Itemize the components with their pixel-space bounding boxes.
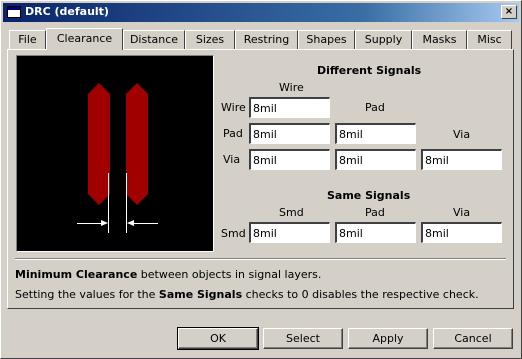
title-bar[interactable]: DRC (default) ×: [3, 3, 519, 22]
apply-button[interactable]: Apply: [348, 328, 428, 349]
pad-pad-input[interactable]: [335, 123, 416, 144]
tab-clearance[interactable]: Clearance: [46, 28, 123, 50]
window-icon: [7, 6, 21, 18]
measure-line-left: [108, 173, 109, 233]
tab-masks[interactable]: Masks: [412, 30, 467, 49]
col-label-wire: Wire: [279, 81, 304, 94]
info-line-1-bold: Minimum Clearance: [15, 268, 138, 281]
info-line-2-pre: Setting the values for the: [15, 288, 159, 301]
arrow-left-icon: [127, 220, 134, 226]
tab-file[interactable]: File: [9, 30, 46, 49]
info-line-1: Minimum Clearance between objects in sig…: [15, 268, 321, 281]
info-separator-highlight: [15, 259, 506, 260]
wire-wire-input[interactable]: [249, 97, 330, 118]
via-pad-input[interactable]: [335, 149, 416, 170]
via-wire-input[interactable]: [249, 149, 330, 170]
col-label-via: Via: [453, 128, 471, 141]
same-signals-heading: Same Signals: [327, 189, 411, 202]
tab-restring[interactable]: Restring: [235, 30, 298, 49]
row-label-pad: Pad: [223, 127, 243, 140]
window-title: DRC (default): [25, 5, 109, 18]
col-label-same-pad: Pad: [365, 206, 385, 219]
select-button[interactable]: Select: [263, 328, 343, 349]
pad-wire-input[interactable]: [249, 123, 330, 144]
clearance-preview: [16, 55, 214, 252]
info-line-2-bold: Same Signals: [158, 288, 243, 301]
via-via-input[interactable]: [421, 149, 502, 170]
smd-smd-input[interactable]: [249, 222, 330, 243]
tab-sizes[interactable]: Sizes: [185, 30, 235, 49]
preview-pad-right: [126, 83, 148, 205]
ok-button[interactable]: OK: [177, 327, 259, 350]
info-line-2-post: checks to 0 disables the respective chec…: [242, 288, 479, 301]
info-line-2: Setting the values for the Same Signals …: [15, 288, 479, 301]
tab-misc[interactable]: Misc: [467, 30, 512, 49]
smd-pad-input[interactable]: [335, 222, 416, 243]
col-label-same-via: Via: [453, 206, 471, 219]
measure-arrow-left-shaft: [77, 223, 101, 224]
row-label-via: Via: [223, 153, 241, 166]
tab-supply[interactable]: Supply: [355, 30, 412, 49]
row-label-wire: Wire: [221, 101, 246, 114]
clearance-panel: Different Signals Wire Pad Via Wire Pad …: [7, 49, 514, 309]
tab-shapes[interactable]: Shapes: [298, 30, 355, 49]
close-button[interactable]: ×: [501, 5, 517, 19]
col-label-smd: Smd: [279, 206, 304, 219]
measure-arrow-right-shaft: [134, 223, 158, 224]
smd-via-input[interactable]: [421, 222, 502, 243]
info-line-1-rest: between objects in signal layers.: [137, 268, 322, 281]
cancel-button[interactable]: Cancel: [433, 328, 513, 349]
row-label-smd: Smd: [221, 227, 246, 240]
preview-pad-left: [88, 83, 110, 205]
col-label-pad: Pad: [365, 101, 385, 114]
arrow-right-icon: [101, 220, 108, 226]
different-signals-heading: Different Signals: [317, 64, 422, 77]
tab-distance[interactable]: Distance: [123, 30, 185, 49]
